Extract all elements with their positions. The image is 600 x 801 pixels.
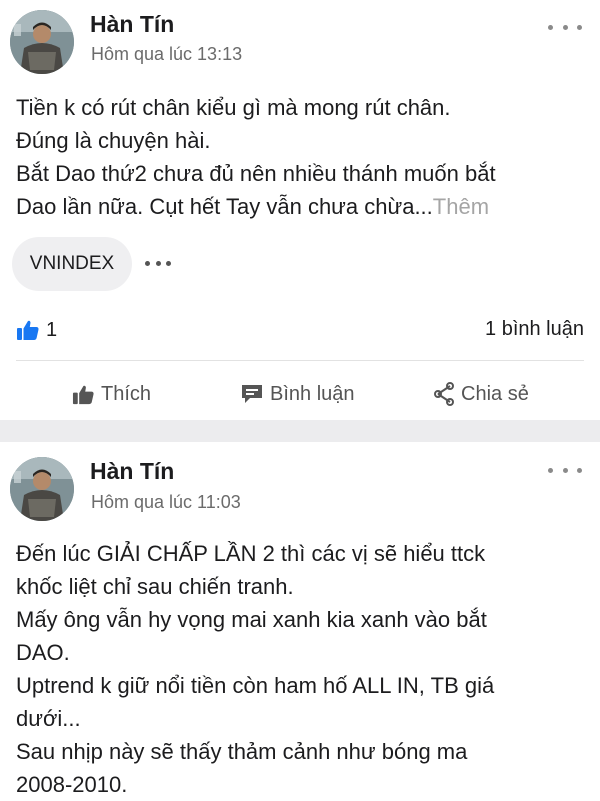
post-text-line: 2008-2010.	[16, 772, 128, 797]
author-name[interactable]: Hàn Tín	[90, 458, 174, 485]
post-body: Đến lúc GIẢI CHẤP LẦN 2 thì các vị sẽ hi…	[16, 537, 586, 801]
post-card: Hàn Tín Hôm qua lúc 11:03 Đến lúc GIẢI C…	[0, 442, 600, 800]
thumbs-up-icon	[72, 383, 95, 406]
post-text-line: Dao lần nữa. Cụt hết Tay vẫn chưa chừa..…	[16, 190, 586, 223]
post-card: Hàn Tín Hôm qua lúc 13:13 Tiền k có rút …	[0, 0, 600, 420]
avatar-image	[10, 457, 74, 521]
avatar[interactable]	[10, 10, 74, 74]
avatar[interactable]	[10, 457, 74, 521]
reaction-summary[interactable]: 1	[16, 318, 57, 342]
post-separator	[0, 420, 600, 442]
tag-chip[interactable]: VNINDEX	[12, 237, 132, 291]
author-name[interactable]: Hàn Tín	[90, 11, 174, 38]
more-options-icon[interactable]	[548, 463, 582, 477]
post-timestamp[interactable]: Hôm qua lúc 11:03	[91, 492, 241, 513]
more-tags-icon[interactable]	[145, 259, 171, 267]
comment-icon	[240, 383, 264, 405]
post-text-line: Uptrend k giữ nổi tiền còn ham hố ALL IN…	[16, 673, 495, 698]
more-options-icon[interactable]	[548, 20, 582, 34]
like-count: 1	[46, 318, 58, 341]
comment-count[interactable]: 1 bình luận	[485, 318, 584, 341]
post-text-line: Đúng là chuyện hài.	[16, 128, 211, 153]
post-timestamp[interactable]: Hôm qua lúc 13:13	[91, 44, 242, 65]
post-text-line: khốc liệt chỉ sau chiến tranh.	[16, 574, 294, 599]
post-text-line: Tiền k có rút chân kiểu gì mà mong rút c…	[16, 95, 451, 120]
post-text-line: Bắt Dao thứ2 chưa đủ nên nhiều thánh muố…	[16, 161, 496, 186]
divider	[16, 360, 584, 361]
like-button[interactable]: Thích	[72, 378, 151, 410]
post-text-line: Sau nhịp này sẽ thấy thảm cảnh như bóng …	[16, 739, 468, 764]
post-text-line: Mấy ông vẫn hy vọng mai xanh kia xanh và…	[16, 607, 487, 632]
post-text-line: DAO.	[16, 640, 70, 665]
share-button[interactable]: Chia sẻ	[433, 378, 529, 410]
comment-button[interactable]: Bình luận	[240, 378, 355, 410]
post-text-line-part: Dao lần nữa. Cụt hết Tay vẫn chưa chừa..…	[16, 194, 433, 219]
thumbs-up-icon	[17, 320, 39, 340]
avatar-image	[10, 10, 74, 74]
post-body: Tiền k có rút chân kiểu gì mà mong rút c…	[16, 91, 586, 223]
share-label: Chia sẻ	[461, 382, 529, 405]
see-more-link[interactable]: Thêm	[433, 194, 489, 219]
like-label: Thích	[101, 382, 152, 405]
share-icon	[433, 382, 455, 406]
post-text-line: dưới...	[16, 706, 81, 731]
post-text-line: Đến lúc GIẢI CHẤP LẦN 2 thì các vị sẽ hi…	[16, 541, 486, 566]
comment-label: Bình luận	[270, 382, 355, 405]
